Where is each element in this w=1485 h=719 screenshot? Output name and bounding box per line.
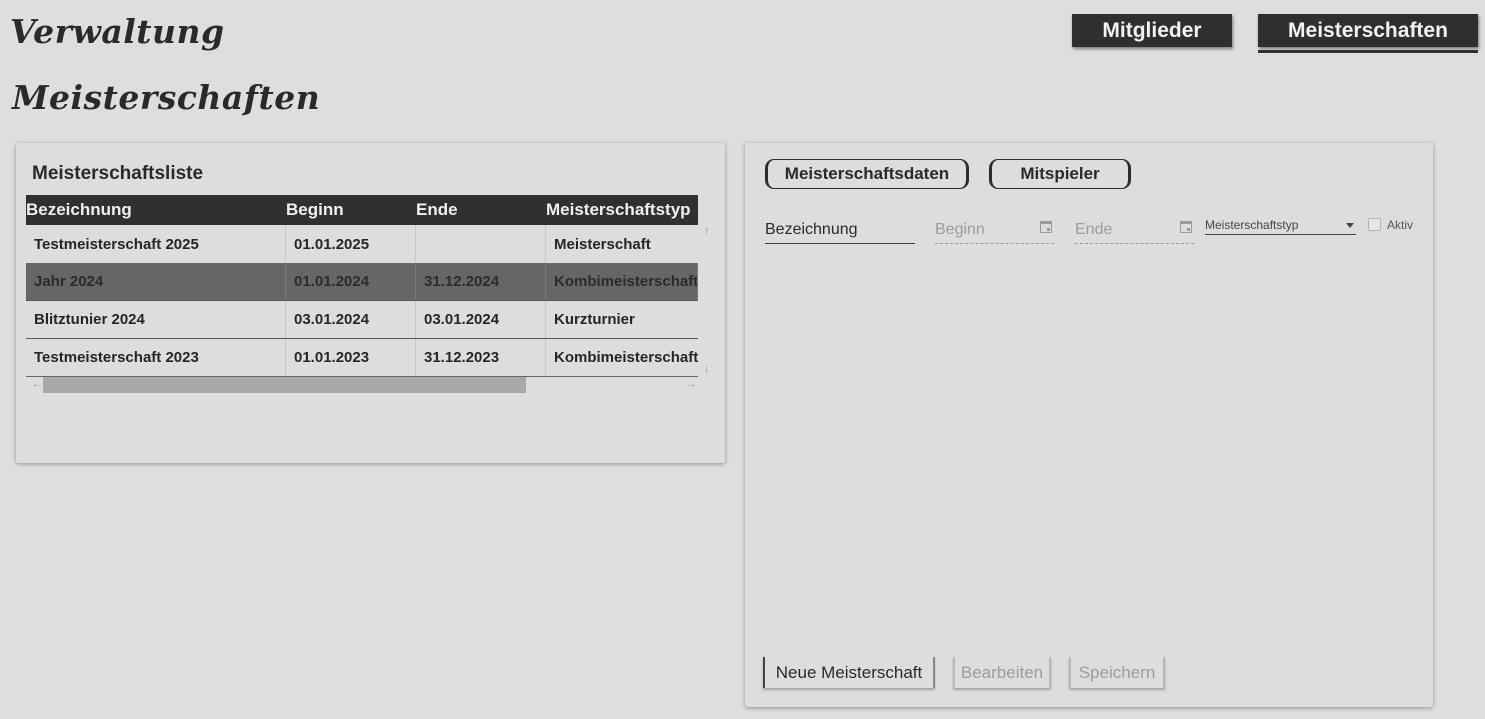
nav-members-button[interactable]: Mitglieder xyxy=(1072,14,1232,47)
cell-name: Testmeisterschaft 2023 xyxy=(26,339,286,376)
cell-end xyxy=(416,225,546,263)
grid-header: Bezeichnung Beginn Ende Meisterschaftsty… xyxy=(26,195,698,225)
cell-end: 03.01.2024 xyxy=(416,301,546,338)
calendar-icon[interactable] xyxy=(1040,221,1052,233)
tab-championship-data[interactable]: Meisterschaftsdaten xyxy=(765,159,969,189)
scroll-up-icon[interactable]: ↑ xyxy=(704,225,710,237)
cell-type: Kurzturnier xyxy=(554,311,635,328)
active-checkbox[interactable] xyxy=(1368,218,1381,231)
begin-date-field[interactable]: Beginn xyxy=(935,218,1054,244)
name-field-label: Bezeichnung xyxy=(765,221,858,238)
tab-players[interactable]: Mitspieler xyxy=(989,159,1131,189)
table-row[interactable]: Blitztunier 2024 03.01.2024 03.01.2024 K… xyxy=(26,301,698,339)
name-field[interactable]: Bezeichnung xyxy=(765,218,915,244)
cell-name: Blitztunier 2024 xyxy=(26,301,286,338)
active-nav-indicator xyxy=(1258,50,1478,53)
championship-type-select[interactable]: Meisterschaftstyp xyxy=(1205,218,1356,235)
scroll-left-icon[interactable]: ← xyxy=(32,378,43,390)
end-date-field[interactable]: Ende xyxy=(1075,218,1194,244)
championship-list-card: Meisterschaftsliste Bezeichnung Beginn E… xyxy=(16,143,725,463)
table-row-selected[interactable]: Jahr 2024 01.01.2024 31.12.2024 Kombimei… xyxy=(26,263,698,301)
scroll-right-icon[interactable]: → xyxy=(686,378,697,390)
save-button[interactable]: Speichern xyxy=(1069,657,1165,688)
table-row[interactable]: Testmeisterschaft 2023 01.01.2023 31.12.… xyxy=(26,339,698,377)
championship-grid: Bezeichnung Beginn Ende Meisterschaftsty… xyxy=(26,195,698,393)
page-title: Meisterschaften xyxy=(12,78,321,117)
end-date-placeholder: Ende xyxy=(1075,221,1113,238)
cell-end: 31.12.2023 xyxy=(416,339,546,376)
cell-type: Meisterschaft xyxy=(554,235,651,253)
new-championship-button[interactable]: Neue Meisterschaft xyxy=(763,657,935,688)
app-title: Verwaltung xyxy=(10,12,225,51)
horizontal-scrollbar-thumb[interactable] xyxy=(43,377,526,393)
active-checkbox-label: Aktiv xyxy=(1387,218,1414,232)
cell-begin: 01.01.2025 xyxy=(286,225,416,263)
championship-type-placeholder: Meisterschaftstyp xyxy=(1205,218,1299,232)
cell-begin: 01.01.2023 xyxy=(286,339,416,376)
begin-date-placeholder: Beginn xyxy=(935,221,985,238)
column-header-name[interactable]: Bezeichnung xyxy=(26,195,286,225)
cell-name: Testmeisterschaft 2025 xyxy=(26,225,286,263)
scroll-down-icon[interactable]: ↓ xyxy=(704,363,710,375)
horizontal-scrollbar[interactable] xyxy=(26,376,698,394)
column-header-type[interactable]: Meisterschaftstyp xyxy=(546,195,698,225)
column-header-end[interactable]: Ende xyxy=(416,195,546,225)
list-heading: Meisterschaftsliste xyxy=(32,163,204,184)
edit-button[interactable]: Bearbeiten xyxy=(953,657,1051,688)
table-row[interactable]: Testmeisterschaft 2025 01.01.2025 Meiste… xyxy=(26,225,698,263)
calendar-icon[interactable] xyxy=(1180,221,1192,233)
cell-name: Jahr 2024 xyxy=(26,263,286,300)
championship-detail-card: Meisterschaftsdaten Mitspieler Bezeichnu… xyxy=(745,143,1433,707)
chevron-down-icon[interactable] xyxy=(1346,223,1354,228)
cell-begin: 01.01.2024 xyxy=(286,263,416,300)
cell-type: Kombimeisterschaft xyxy=(554,349,698,366)
cell-type: Kombimeisterschaft xyxy=(546,263,698,300)
column-header-begin[interactable]: Beginn xyxy=(286,195,416,225)
nav-championships-button[interactable]: Meisterschaften xyxy=(1258,14,1478,47)
cell-end: 31.12.2024 xyxy=(416,263,546,300)
cell-begin: 03.01.2024 xyxy=(286,301,416,338)
